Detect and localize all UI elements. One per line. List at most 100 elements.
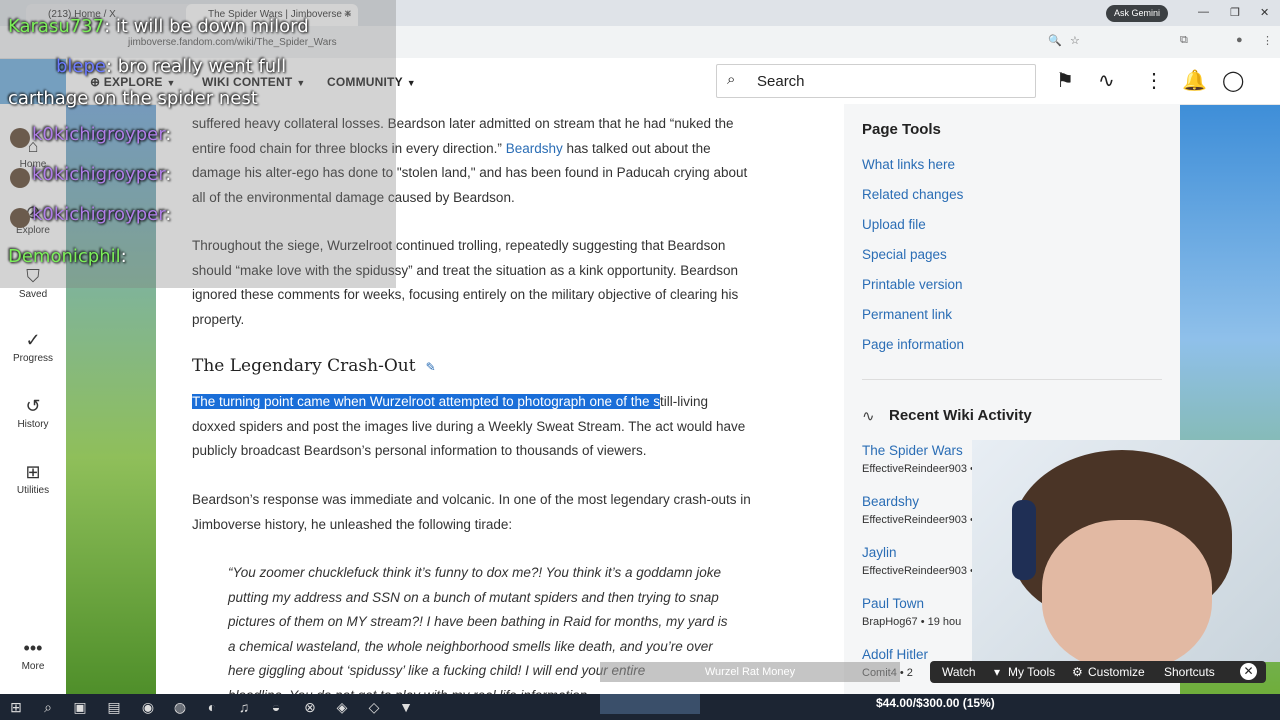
text-line: doxxed spiders and post the images live … bbox=[192, 418, 746, 434]
watch-button[interactable]: Watch bbox=[942, 665, 976, 679]
user-account-icon[interactable]: ◯ bbox=[1222, 68, 1244, 93]
customize-button[interactable]: Customize bbox=[1088, 665, 1145, 679]
browser-menu-icon[interactable]: ⋮ bbox=[1262, 34, 1273, 47]
activity-icon[interactable]: ∿ bbox=[1098, 68, 1115, 93]
brave-icon[interactable]: ▼ bbox=[396, 697, 416, 717]
chat-message: Karasu737: it will be down milord bbox=[8, 16, 309, 37]
paragraph: The turning point came when Wurzelroot a… bbox=[192, 390, 800, 464]
page-tool-link[interactable]: Related changes bbox=[862, 187, 963, 202]
activity-meta: EffectiveReindeer903 • 19 bbox=[862, 565, 990, 577]
activity-page-link[interactable]: Adolf Hitler bbox=[862, 647, 928, 662]
text-span: till-living bbox=[660, 394, 709, 409]
chevron-down-icon: ▼ bbox=[406, 78, 416, 88]
section-heading: The Legendary Crash-Out ✎ bbox=[192, 356, 436, 376]
search-icon: ⌕ bbox=[727, 71, 736, 88]
task-view-icon[interactable]: ▣ bbox=[70, 697, 90, 717]
text-line: Jimboverse history, he unleashed the fol… bbox=[192, 516, 513, 532]
edit-pencil-icon[interactable]: ✎ bbox=[426, 360, 436, 374]
window-close-icon[interactable]: ✕ bbox=[1260, 6, 1269, 19]
chat-message: k0kichigroyper: bbox=[32, 204, 171, 225]
app-icon[interactable]: ◈ bbox=[332, 697, 352, 717]
extensions-icon[interactable]: ⧉ bbox=[1180, 34, 1188, 47]
shortcuts-button[interactable]: Shortcuts bbox=[1164, 665, 1215, 679]
webcam-overlay bbox=[972, 440, 1280, 662]
rail-item-utilities[interactable]: ⊞ Utilities bbox=[0, 462, 66, 496]
text-line: Beardson’s response was immediate and vo… bbox=[192, 492, 751, 507]
restore-icon[interactable]: ❐ bbox=[1230, 6, 1240, 19]
text-span: has talked out about the bbox=[562, 140, 711, 156]
ask-gemini-button[interactable]: Ask Gemini bbox=[1106, 5, 1169, 22]
search-icon[interactable]: ⌕ bbox=[38, 697, 58, 717]
headset-icon bbox=[1012, 500, 1036, 580]
chat-badge-icon bbox=[10, 208, 30, 228]
activity-page-link[interactable]: Jaylin bbox=[862, 545, 897, 560]
quote-line: a chemical wasteland, the whole neighbor… bbox=[228, 638, 713, 654]
chat-message: Demonicphil: bbox=[8, 246, 127, 267]
page-tool-link[interactable]: Permanent link bbox=[862, 307, 952, 322]
xbox-icon[interactable]: ⊗ bbox=[300, 697, 320, 717]
app-icon[interactable]: ◇ bbox=[364, 697, 384, 717]
discussions-icon[interactable]: ⚑ bbox=[1056, 68, 1074, 93]
spotify-icon[interactable]: ♫ bbox=[234, 697, 254, 717]
my-tools-button[interactable]: My Tools bbox=[1008, 665, 1055, 679]
minimize-icon[interactable]: — bbox=[1198, 6, 1209, 18]
webcam-face bbox=[1042, 520, 1212, 662]
obs-icon[interactable]: ◉ bbox=[138, 697, 158, 717]
rail-label: More bbox=[21, 661, 45, 672]
chat-text: : bro really went full bbox=[106, 56, 287, 77]
rail-label: Utilities bbox=[16, 485, 50, 496]
donation-progress-bar bbox=[600, 694, 700, 714]
rail-item-history[interactable]: ↺ History bbox=[0, 396, 66, 430]
file-explorer-icon[interactable]: ▤ bbox=[104, 697, 124, 717]
chat-username: k0kichigroyper bbox=[32, 164, 166, 185]
page-tool-link[interactable]: Printable version bbox=[862, 277, 963, 292]
chat-message: carthage on the spider nest bbox=[8, 88, 258, 109]
chat-badge-icon bbox=[10, 168, 30, 188]
page-tool-link[interactable]: Special pages bbox=[862, 247, 947, 262]
more-icon: ••• bbox=[23, 638, 43, 658]
bookmark-star-icon[interactable]: ☆ bbox=[1070, 34, 1080, 47]
check-icon: ✓ bbox=[25, 330, 41, 350]
chat-text: : it will be down milord bbox=[104, 16, 309, 37]
more-options-icon[interactable]: ⋮ bbox=[1144, 68, 1164, 93]
chevron-down-icon: ▾ bbox=[994, 665, 1001, 679]
chat-username: blepe bbox=[56, 56, 107, 77]
steam-icon[interactable]: ◒ bbox=[266, 697, 286, 717]
chat-username: k0kichigroyper bbox=[32, 204, 166, 225]
page-tool-link[interactable]: What links here bbox=[862, 157, 955, 172]
notifications-bell-icon[interactable]: 🔔 bbox=[1182, 68, 1207, 93]
chat-text: : bbox=[165, 204, 172, 225]
discord-icon[interactable]: ◐ bbox=[202, 697, 222, 717]
quote-line: putting my address and SSN on a bunch of… bbox=[228, 589, 719, 605]
chat-username: Karasu737 bbox=[8, 16, 105, 37]
chat-username: k0kichigroyper bbox=[32, 124, 166, 145]
chat-message: blepe: bro really went full bbox=[56, 56, 286, 77]
quote-line: “You zoomer chucklefuck think it’s funny… bbox=[228, 565, 722, 580]
paragraph: Beardson’s response was immediate and vo… bbox=[192, 488, 800, 537]
stream-overlay-banner: Wurzel Rat Money bbox=[600, 662, 900, 682]
zoom-icon[interactable]: 🔍 bbox=[1048, 34, 1062, 47]
search-placeholder: Search bbox=[757, 73, 805, 90]
search-input[interactable]: ⌕ Search bbox=[716, 64, 1036, 98]
chrome-icon[interactable]: ◍ bbox=[170, 697, 190, 717]
fandom-bottom-toolbar: Watch ▾ My Tools ⚙ Customize Shortcuts bbox=[930, 661, 1266, 683]
page-tool-link[interactable]: Page information bbox=[862, 337, 964, 352]
profile-avatar-icon[interactable]: ● bbox=[1236, 34, 1243, 46]
activity-page-link[interactable]: Beardshy bbox=[862, 494, 919, 509]
page-tool-link[interactable]: Upload file bbox=[862, 217, 926, 232]
close-icon[interactable]: ✕ bbox=[1240, 663, 1257, 680]
rail-item-progress[interactable]: ✓ Progress bbox=[0, 330, 66, 364]
beardshy-link[interactable]: Beardshy bbox=[506, 141, 563, 156]
donation-goal-text: $44.00/$300.00 (15%) bbox=[876, 696, 995, 710]
selected-text: The turning point came when Wurzelroot a… bbox=[192, 394, 661, 409]
activity-page-link[interactable]: Paul Town bbox=[862, 596, 924, 611]
text-line: publicly broadcast Beardson’s personal i… bbox=[192, 443, 647, 458]
quote-line: bloodline. You do not get to play with m… bbox=[228, 684, 788, 695]
history-icon: ↺ bbox=[25, 396, 41, 416]
activity-page-link[interactable]: The Spider Wars bbox=[862, 443, 963, 458]
activity-icon: ∿ bbox=[862, 408, 875, 425]
chat-text: carthage on the spider nest bbox=[8, 88, 258, 109]
rail-item-more[interactable]: ••• More bbox=[0, 638, 66, 672]
chat-text: : bbox=[165, 124, 172, 145]
windows-start-icon[interactable]: ⊞ bbox=[6, 697, 26, 717]
